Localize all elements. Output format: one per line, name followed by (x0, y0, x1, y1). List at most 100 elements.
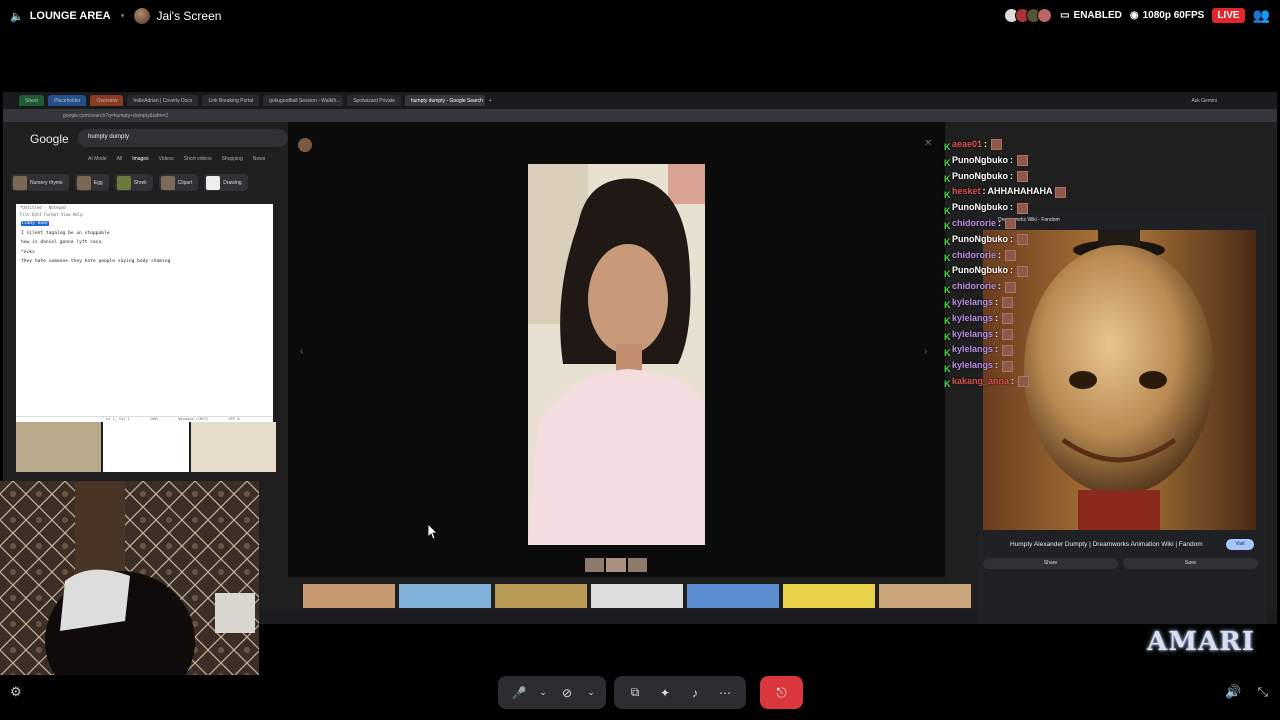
viewer-avatar (298, 138, 312, 152)
chat-colon: : (995, 344, 999, 355)
image-thumb[interactable] (783, 584, 875, 608)
camera-off-icon[interactable]: ⊘ (554, 680, 580, 706)
avatar (134, 8, 151, 24)
ask-gemini-button[interactable]: Ask Gemini (1191, 98, 1217, 104)
activities-icon[interactable]: ✦ (652, 680, 678, 706)
chat-emote-icon (1002, 313, 1014, 325)
image-thumb[interactable] (879, 584, 971, 608)
notepad-window[interactable]: *Untitled - Notepad File Edit Format Vie… (16, 204, 273, 422)
image-thumb[interactable] (495, 584, 587, 608)
chat-colon: : (1010, 170, 1013, 181)
chevron-down-icon[interactable]: ⌄ (584, 680, 598, 706)
viewers-icon[interactable]: 👥 (1253, 7, 1270, 24)
notepad-title: *Untitled - Notepad (20, 205, 66, 210)
browser-tab[interactable]: Spotwizard Private (347, 95, 401, 106)
voice-channel-name[interactable]: LOUNGE AREA (30, 10, 111, 22)
browser-tab[interactable]: Placeholder (48, 95, 87, 106)
filter-chip[interactable]: Clipart (158, 174, 199, 191)
microphone-icon[interactable]: 🎤 (506, 680, 532, 706)
image-thumb[interactable] (399, 584, 491, 608)
chat-username[interactable]: chidororie (952, 248, 996, 264)
browser-tab-active[interactable]: humpty dumpty - Google Search (404, 95, 485, 106)
filter-chip[interactable]: Egg (74, 174, 109, 191)
viewer-avatars[interactable] (1004, 8, 1053, 23)
leave-call-button[interactable]: ⎋ (760, 676, 803, 709)
chat-badge-icon: K (944, 173, 951, 184)
chat-badge-icon: K (944, 347, 951, 358)
nav-item[interactable]: Images (132, 156, 148, 162)
chat-username[interactable]: kylelangs (952, 358, 993, 374)
visit-button[interactable]: Visit (1226, 539, 1254, 550)
notepad-text[interactable]: tiddy bear I silent tagalog be un stoppa… (16, 218, 273, 269)
chat-username[interactable]: kylelangs (952, 342, 993, 358)
address-bar[interactable]: google.com/search?q=humpty+dumpty&udm=2 (3, 109, 1277, 122)
chat-username[interactable]: kylelangs (952, 327, 993, 343)
exit-fullscreen-icon[interactable]: ⤡ (1258, 684, 1268, 700)
chat-username[interactable]: aeae01 (952, 137, 982, 153)
chevron-right-icon[interactable]: › (924, 346, 927, 357)
activity-icon[interactable]: ⚙ (10, 684, 22, 700)
chat-username[interactable]: PunoNgbuko (952, 263, 1008, 279)
notepad-menu[interactable]: File Edit Format View Help (16, 211, 273, 218)
soundboard-icon[interactable]: ♪ (682, 680, 708, 706)
viewer-thumb[interactable] (606, 558, 626, 572)
image-thumb[interactable] (103, 422, 189, 472)
viewer-thumbnail-strip[interactable] (585, 558, 647, 572)
new-tab-icon[interactable]: + (489, 98, 492, 104)
chevron-down-icon[interactable]: ⌄ (536, 680, 550, 706)
chat-text: AHHAHAHAHA (987, 186, 1053, 197)
stream-topbar: 🔈 LOUNGE AREA • Jai's Screen ▭ ENABLED ◉… (0, 0, 1280, 32)
chat-username[interactable]: kylelangs (952, 295, 993, 311)
chat-emote-icon (1017, 234, 1028, 246)
chat-badge-icon: K (944, 221, 951, 232)
chat-colon: : (1010, 265, 1013, 276)
image-thumb[interactable] (687, 584, 779, 608)
filter-chip[interactable]: Drawing (204, 174, 248, 191)
filter-chip[interactable]: Shrek (114, 174, 153, 191)
close-icon[interactable]: ✕ (924, 138, 932, 149)
image-thumb[interactable] (303, 584, 395, 608)
chat-message: Kkylelangs: (944, 342, 1074, 358)
search-input[interactable]: humpty dumpty (78, 129, 288, 147)
chat-username[interactable]: PunoNgbuko (952, 232, 1008, 248)
nav-item[interactable]: AI Mode (88, 156, 107, 162)
save-button[interactable]: Save (1123, 558, 1258, 569)
chat-username[interactable]: PunoNgbuko (952, 153, 1008, 169)
chat-username[interactable]: kakang_anna (952, 374, 1009, 390)
fandom-result-title[interactable]: Humpty Alexander Dumpty | Dreamworks Ani… (1010, 541, 1203, 548)
nav-item[interactable]: All (117, 156, 123, 162)
share-button[interactable]: Share (983, 558, 1118, 569)
browser-tab[interactable]: gokugoofball Session - Walkth... (263, 95, 344, 106)
chat-username[interactable]: hesket (952, 184, 981, 200)
volume-icon[interactable]: 🔊 (1225, 684, 1241, 700)
control-group: ⧉ ✦ ♪ ⋯ (614, 676, 746, 709)
image-thumb[interactable] (591, 584, 683, 608)
browser-tab[interactable]: Overview (90, 95, 124, 106)
chat-username[interactable]: PunoNgbuko (952, 200, 1008, 216)
nav-item[interactable]: Short videos (184, 156, 212, 162)
image-thumb[interactable] (190, 422, 276, 472)
webcam-feed (0, 481, 259, 675)
browser-tab[interactable]: IndieAdrian | Coverly Docs (127, 95, 199, 106)
chevron-left-icon[interactable]: ‹ (300, 346, 303, 357)
more-icon[interactable]: ⋯ (712, 680, 738, 706)
chat-username[interactable]: kylelangs (952, 311, 993, 327)
chat-username[interactable]: PunoNgbuko (952, 169, 1008, 185)
google-logo[interactable]: Google (30, 132, 69, 146)
nav-item[interactable]: Videos (159, 156, 174, 162)
image-thumb[interactable] (16, 422, 102, 472)
chat-username[interactable]: chidororie (952, 216, 996, 232)
notepad-line: tiddy bear (21, 221, 49, 226)
chat-emote-icon (1017, 170, 1028, 182)
chat-colon: : (982, 186, 986, 197)
browser-tab[interactable]: Link Breaking Portal (202, 95, 260, 106)
quality-label: 1080p 60FPS (1142, 10, 1205, 21)
viewer-thumb[interactable] (585, 558, 605, 572)
viewer-thumb[interactable] (627, 558, 647, 572)
chat-username[interactable]: chidororie (952, 279, 996, 295)
nav-item[interactable]: Shopping (222, 156, 243, 162)
browser-tab[interactable]: Sheet (19, 95, 45, 106)
filter-chip[interactable]: Nursery rhyme (11, 174, 69, 191)
nav-item[interactable]: News (253, 156, 266, 162)
screenshare-icon[interactable]: ⧉ (622, 680, 648, 706)
